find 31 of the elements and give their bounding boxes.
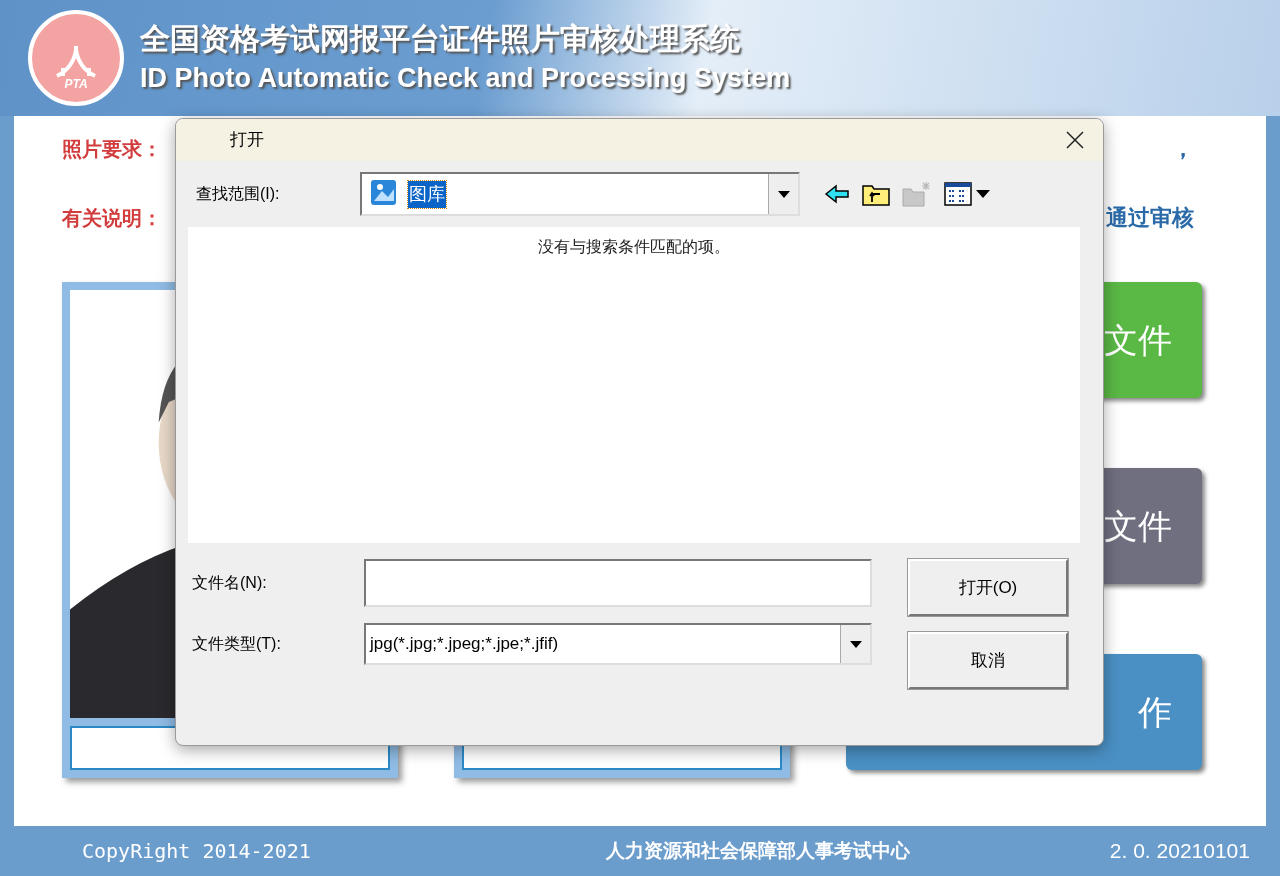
empty-message: 没有与搜索条件匹配的项。 <box>538 237 730 257</box>
list-view-icon <box>944 182 972 206</box>
organization: 人力资源和社会保障部人事考试中心 <box>606 838 911 863</box>
filetype-dropdown[interactable]: jpg(*.jpg;*.jpeg;*.jpe;*.jfif) <box>364 623 872 665</box>
filetype-value: jpg(*.jpg;*.jpeg;*.jpe;*.jfif) <box>370 633 559 656</box>
look-in-value: 图库 <box>408 180 446 208</box>
caret-icon <box>849 640 862 648</box>
view-menu-button[interactable] <box>944 182 990 206</box>
logo-text: PTA <box>64 78 88 90</box>
note-text: ， <box>1172 135 1194 163</box>
look-in-dropdown[interactable]: 图库 <box>360 172 800 216</box>
new-folder-icon <box>902 181 932 207</box>
back-arrow-icon[interactable] <box>824 184 850 204</box>
filename-field[interactable] <box>364 559 872 607</box>
dialog-button[interactable]: 取消 <box>908 632 1068 689</box>
caret-icon <box>976 190 990 198</box>
dialog-title: 打开 <box>230 129 264 152</box>
note-text: 通过审核 <box>1106 204 1194 232</box>
look-in-label: 查找范围(I): <box>196 184 281 204</box>
app-title: 全国资格考试网报平台证件照片审核处理系统 <box>140 21 741 58</box>
up-folder-icon[interactable] <box>862 182 890 206</box>
filetype-label: 文件类型(T): <box>192 634 282 654</box>
note-label: 照片要求： <box>62 136 162 162</box>
version: 2. 0. 20210101 <box>1109 838 1250 865</box>
note-label: 有关说明： <box>62 205 162 231</box>
dialog-button[interactable]: 打开(O) <box>908 559 1068 616</box>
copyright: CopyRight 2014-2021 <box>82 838 311 865</box>
filename-label: 文件名(N): <box>192 573 268 593</box>
app-subtitle: ID Photo Automatic Check and Processing System <box>140 61 791 95</box>
caret-icon <box>777 190 790 198</box>
close-icon <box>1066 131 1084 149</box>
